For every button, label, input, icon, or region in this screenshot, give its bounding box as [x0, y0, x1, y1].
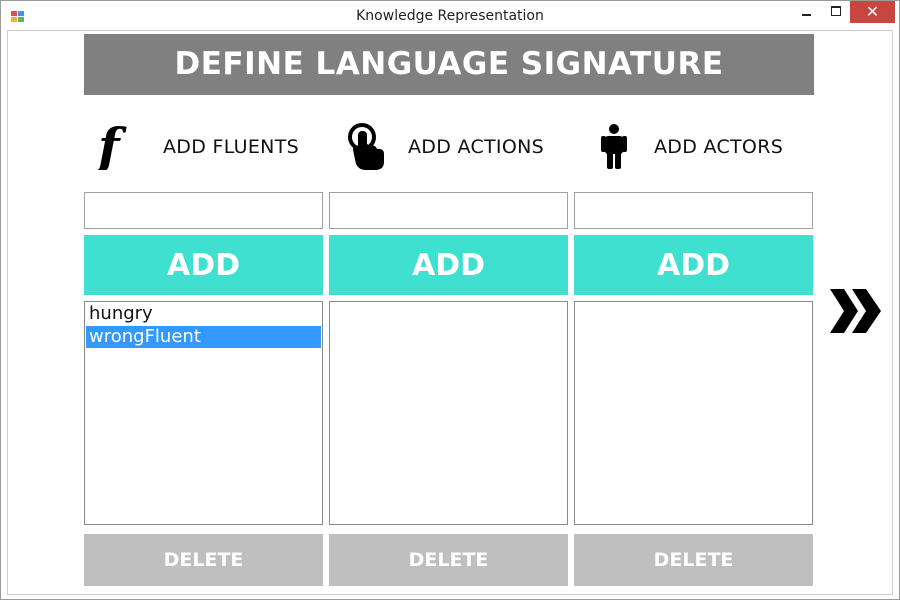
delete-action-button[interactable]: DELETE	[329, 534, 568, 586]
fluents-list[interactable]: hungry wrongFluent	[84, 301, 323, 525]
add-fluent-button[interactable]: ADD	[84, 235, 323, 295]
add-action-button[interactable]: ADD	[329, 235, 568, 295]
add-actor-button[interactable]: ADD	[574, 235, 813, 295]
fluent-input[interactable]	[84, 192, 323, 229]
action-input[interactable]	[329, 192, 568, 229]
add-fluents-label: ADD FLUENTS	[163, 136, 299, 158]
minimize-button[interactable]	[793, 1, 821, 23]
add-actions-label: ADD ACTIONS	[408, 136, 544, 158]
add-actors-label: ADD ACTORS	[654, 136, 784, 158]
actors-list[interactable]	[574, 301, 813, 525]
function-f-icon: f	[96, 122, 127, 170]
close-icon: ✕	[865, 2, 880, 21]
delete-fluent-button[interactable]: DELETE	[84, 534, 323, 586]
list-item-selected[interactable]: wrongFluent	[86, 326, 321, 348]
hand-pointer-icon	[348, 123, 384, 170]
person-icon	[601, 124, 627, 169]
window-title: Knowledge Representation	[356, 8, 544, 24]
close-button[interactable]: ✕	[850, 1, 895, 23]
list-item[interactable]: hungry	[86, 303, 321, 325]
delete-actor-button[interactable]: DELETE	[574, 534, 813, 586]
title-bar[interactable]: Knowledge Representation ✕	[1, 1, 899, 31]
maximize-button[interactable]	[823, 1, 849, 23]
svg-text:f: f	[96, 122, 127, 170]
double-chevron-right-icon[interactable]	[828, 286, 884, 336]
actor-input[interactable]	[574, 192, 813, 229]
page-title: DEFINE LANGUAGE SIGNATURE	[84, 34, 814, 95]
actions-list[interactable]	[329, 301, 568, 525]
